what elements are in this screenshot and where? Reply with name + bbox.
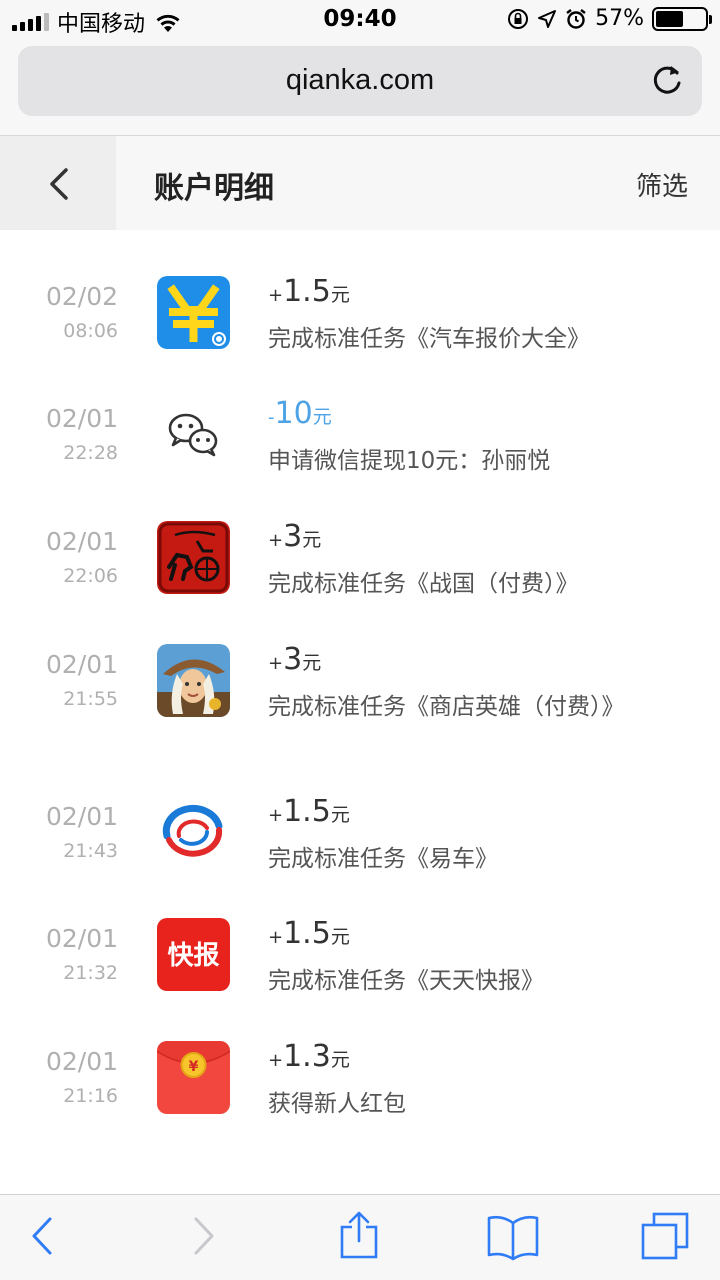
share-icon[interactable] — [338, 1209, 380, 1261]
transaction-amount: +1.5元 — [268, 916, 350, 951]
yiche-logo-icon — [157, 796, 230, 869]
rotation-lock-icon — [508, 8, 529, 29]
transaction-amount: -10元 — [268, 396, 332, 431]
location-arrow-icon — [538, 9, 557, 28]
browser-back-icon[interactable] — [28, 1213, 56, 1259]
transaction-amount: +1.3元 — [268, 1039, 350, 1074]
battery-fill — [656, 10, 684, 27]
transaction-time: 21:43 — [63, 840, 118, 862]
browser-toolbar — [0, 1194, 720, 1280]
amount-unit: 元 — [330, 926, 350, 948]
transaction-time: 22:06 — [63, 565, 118, 587]
red-envelope-icon: ¥ — [157, 1041, 230, 1114]
bookmarks-icon[interactable] — [486, 1213, 540, 1261]
transaction-row[interactable]: 02/01 21:32 快报 +1.5元 完成标准任务《天天快报》 — [0, 872, 720, 994]
transaction-description: 申请微信提现10元：孙丽悦 — [268, 448, 551, 474]
amount-value: 3 — [283, 642, 303, 677]
transaction-date: 02/01 — [45, 1047, 118, 1076]
transaction-amount: +3元 — [268, 642, 321, 677]
kuaibao-icon-text: 快报 — [167, 940, 219, 971]
chevron-left-icon — [50, 168, 68, 200]
transaction-description: 获得新人红包 — [268, 1091, 406, 1117]
amount-unit: 元 — [330, 804, 350, 826]
amount-value: 3 — [283, 519, 303, 554]
amount-unit: 元 — [312, 406, 332, 428]
amount-sign: + — [268, 285, 284, 306]
amount-value: 10 — [274, 396, 313, 431]
filter-button[interactable]: 筛选 — [636, 166, 688, 203]
transaction-description: 完成标准任务《战国（付费）》 — [268, 571, 579, 597]
transaction-amount: +1.5元 — [268, 794, 350, 829]
kuaibao-icon: 快报 — [157, 918, 230, 991]
transaction-description: 完成标准任务《商店英雄（付费）》 — [268, 694, 625, 720]
transaction-row[interactable]: 02/01 22:28 -10元 申请微信提现10元：孙丽悦 — [0, 352, 720, 474]
amount-value: 1.5 — [283, 794, 331, 829]
amount-sign: + — [268, 805, 284, 826]
red-envelope-coin-symbol: ¥ — [189, 1059, 199, 1075]
amount-unit: 元 — [330, 1049, 350, 1071]
wechat-icon — [157, 398, 230, 471]
amount-value: 1.3 — [283, 1039, 331, 1074]
page-header: 账户明细 筛选 — [0, 136, 720, 230]
status-right: 57% — [507, 6, 712, 31]
status-bar: 中国移动 09:40 57% — [0, 0, 720, 40]
transaction-row[interactable]: 02/02 08:06 +1.5元 完成标准任务《汽车报价大全》 — [0, 230, 720, 352]
transaction-description: 完成标准任务《易车》 — [268, 846, 498, 872]
transaction-date: 02/01 — [45, 650, 118, 679]
transaction-date: 02/01 — [45, 802, 118, 831]
reload-icon[interactable] — [648, 62, 686, 100]
battery-icon — [652, 6, 712, 31]
page-title: 账户明细 — [154, 171, 274, 206]
battery-percent: 57% — [595, 6, 644, 31]
chariot-game-icon — [157, 521, 230, 594]
transaction-date: 02/01 — [45, 527, 118, 556]
transaction-time: 08:06 — [63, 320, 118, 342]
transaction-time: 21:55 — [63, 688, 118, 710]
tabs-icon[interactable] — [640, 1211, 690, 1261]
back-button[interactable] — [0, 136, 116, 230]
transaction-time: 21:32 — [63, 962, 118, 984]
transaction-date: 02/01 — [45, 404, 118, 433]
address-bar[interactable]: qianka.com — [18, 46, 702, 116]
amount-sign: + — [268, 1050, 284, 1071]
amount-unit: 元 — [330, 284, 350, 306]
amount-sign: + — [268, 653, 284, 674]
transaction-description: 完成标准任务《天天快报》 — [268, 968, 544, 994]
yuan-app-icon — [157, 276, 230, 349]
transaction-date: 02/01 — [45, 924, 118, 953]
amount-unit: 元 — [302, 652, 322, 674]
browser-forward-icon[interactable] — [190, 1213, 218, 1259]
transaction-time: 22:28 — [63, 442, 118, 464]
hero-game-icon — [157, 644, 230, 717]
browser-address-area: qianka.com — [0, 40, 720, 136]
transaction-amount: +3元 — [268, 519, 321, 554]
amount-sign: + — [268, 530, 284, 551]
transaction-description: 完成标准任务《汽车报价大全》 — [268, 326, 590, 352]
amount-value: 1.5 — [283, 916, 331, 951]
transaction-row[interactable]: 02/01 21:43 +1.5元 完成标准任务《易车》 — [0, 750, 720, 872]
transaction-amount: +1.5元 — [268, 274, 350, 309]
amount-sign: + — [268, 927, 284, 948]
transaction-time: 21:16 — [63, 1085, 118, 1107]
transaction-row[interactable]: 02/01 21:55 +3元 完成标准任务《商店英雄（付费）》 — [0, 598, 720, 720]
amount-unit: 元 — [302, 529, 322, 551]
transaction-row[interactable]: 02/01 21:16 ¥ +1.3元 获得新人红包 — [0, 995, 720, 1117]
transaction-date: 02/02 — [45, 282, 118, 311]
amount-value: 1.5 — [283, 274, 331, 309]
url-text[interactable]: qianka.com — [18, 64, 702, 97]
alarm-clock-icon — [566, 8, 586, 29]
transaction-row[interactable]: 02/01 22:06 +3元 完成标准任务《战国（付费）》 — [0, 475, 720, 597]
